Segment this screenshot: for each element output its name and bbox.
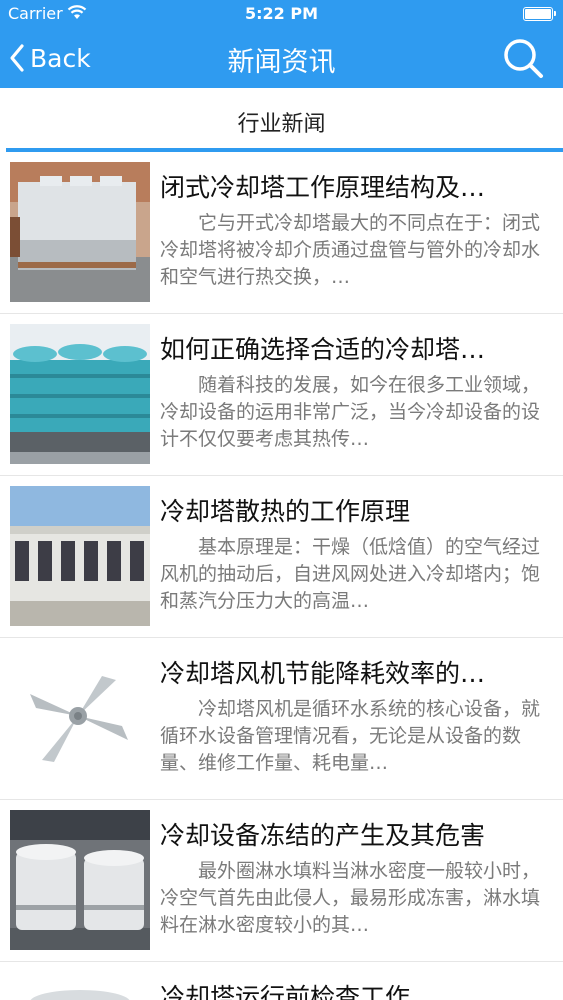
article-thumbnail bbox=[10, 324, 150, 464]
article-summary: 它与开式冷却塔最大的不同点在于：闭式冷却塔将被冷却介质通过盘管与管外的冷却水和空… bbox=[160, 212, 541, 288]
list-item[interactable]: 冷却塔散热的工作原理 基本原理是：干燥（低焓值）的空气经过风机的抽动后，自进风网… bbox=[0, 476, 563, 638]
article-thumbnail bbox=[10, 162, 150, 302]
section-tab[interactable]: 行业新闻 bbox=[0, 88, 563, 152]
article-summary: 最外圈淋水填料当淋水密度一般较小时，冷空气首先由此侵人，最易形成冻害，淋水填料在… bbox=[160, 860, 541, 936]
news-list: 闭式冷却塔工作原理结构及… 它与开式冷却塔最大的不同点在于：闭式冷却塔将被冷却介… bbox=[0, 152, 563, 1000]
article-thumbnail bbox=[10, 648, 150, 788]
section-tab-label: 行业新闻 bbox=[237, 112, 326, 137]
status-time: 5:22 PM bbox=[244, 4, 318, 23]
article-title: 如何正确选择合适的冷却塔… bbox=[160, 335, 486, 364]
top-bar: Carrier 5:22 PM Back 新闻资讯 bbox=[0, 0, 563, 88]
list-item[interactable]: 闭式冷却塔工作原理结构及… 它与开式冷却塔最大的不同点在于：闭式冷却塔将被冷却介… bbox=[0, 152, 563, 314]
search-icon[interactable] bbox=[501, 36, 545, 80]
page-title: 新闻资讯 bbox=[227, 47, 336, 78]
list-item[interactable]: 如何正确选择合适的冷却塔… 随着科技的发展，如今在很多工业领域，冷却设备的运用非… bbox=[0, 314, 563, 476]
article-summary: 随着科技的发展，如今在很多工业领域，冷却设备的运用非常广泛，当今冷却设备的设计不… bbox=[160, 374, 541, 450]
list-item[interactable]: 冷却塔运行前检查工作 bbox=[0, 962, 563, 1000]
article-title: 冷却设备冻结的产生及其危害 bbox=[160, 821, 486, 850]
article-thumbnail bbox=[10, 486, 150, 626]
list-item[interactable]: 冷却塔风机节能降耗效率的… 冷却塔风机是循环水系统的核心设备，就循环水设备管理情… bbox=[0, 638, 563, 800]
navigation-bar: Back 新闻资讯 bbox=[0, 28, 563, 88]
article-title: 冷却塔风机节能降耗效率的… bbox=[160, 659, 486, 688]
article-title: 冷却塔散热的工作原理 bbox=[160, 497, 411, 526]
article-title: 闭式冷却塔工作原理结构及… bbox=[160, 173, 486, 202]
article-thumbnail bbox=[10, 810, 150, 950]
battery-icon bbox=[523, 7, 556, 21]
article-title: 冷却塔运行前检查工作 bbox=[160, 983, 411, 1000]
list-item[interactable]: 冷却设备冻结的产生及其危害 最外圈淋水填料当淋水密度一般较小时，冷空气首先由此侵… bbox=[0, 800, 563, 962]
article-thumbnail bbox=[10, 972, 150, 1000]
article-summary: 冷却塔风机是循环水系统的核心设备，就循环水设备管理情况看，无论是从设备的数量、维… bbox=[160, 698, 541, 774]
article-summary: 基本原理是：干燥（低焓值）的空气经过风机的抽动后，自进风网处进入冷却塔内；饱和蒸… bbox=[160, 536, 541, 612]
status-bar: Carrier 5:22 PM bbox=[0, 0, 563, 28]
